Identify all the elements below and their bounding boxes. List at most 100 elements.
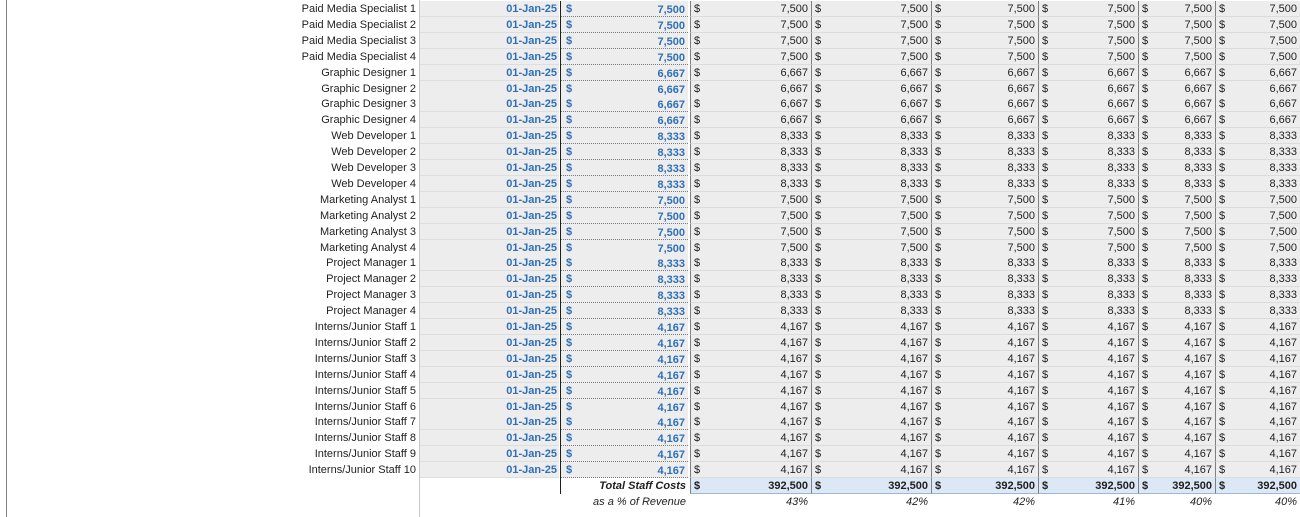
- salary-input[interactable]: $8,333: [561, 175, 688, 192]
- monthly-cost-cell[interactable]: $8,333: [1138, 271, 1215, 288]
- monthly-cost-cell[interactable]: $8,333: [690, 128, 811, 145]
- monthly-cost-cell[interactable]: $7,500: [931, 223, 1038, 240]
- monthly-cost-cell[interactable]: $6,667: [811, 80, 931, 97]
- monthly-cost-cell[interactable]: $8,333: [931, 160, 1038, 176]
- monthly-cost-cell[interactable]: $8,333: [1038, 287, 1138, 304]
- monthly-cost-cell[interactable]: $4,167: [690, 366, 811, 383]
- monthly-cost-cell[interactable]: $6,667: [1138, 96, 1215, 113]
- monthly-cost-cell[interactable]: $6,667: [1138, 112, 1215, 129]
- start-date-input[interactable]: 01-Jan-25: [420, 64, 559, 81]
- monthly-cost-cell[interactable]: $4,167: [1038, 414, 1138, 431]
- monthly-cost-cell[interactable]: $4,167: [1215, 446, 1300, 463]
- monthly-cost-cell[interactable]: $7,500: [931, 1, 1038, 17]
- monthly-cost-cell[interactable]: $7,500: [1038, 207, 1138, 224]
- start-date-input[interactable]: 01-Jan-25: [420, 48, 559, 65]
- pct-of-revenue-cell[interactable]: 41%: [1038, 494, 1138, 510]
- monthly-cost-cell[interactable]: $8,333: [931, 303, 1038, 320]
- salary-input[interactable]: $4,167: [561, 398, 688, 415]
- monthly-cost-cell[interactable]: $4,167: [1038, 398, 1138, 415]
- monthly-cost-cell[interactable]: $8,333: [811, 175, 931, 192]
- monthly-cost-cell[interactable]: $7,500: [931, 16, 1038, 33]
- monthly-cost-cell[interactable]: $7,500: [931, 207, 1038, 224]
- monthly-cost-cell[interactable]: $4,167: [1038, 334, 1138, 351]
- start-date-input[interactable]: 01-Jan-25: [420, 319, 559, 335]
- start-date-input[interactable]: 01-Jan-25: [420, 1, 559, 17]
- monthly-cost-cell[interactable]: $4,167: [1215, 350, 1300, 367]
- monthly-cost-cell[interactable]: $7,500: [811, 16, 931, 33]
- salary-input[interactable]: $7,500: [561, 191, 688, 208]
- monthly-cost-cell[interactable]: $7,500: [690, 16, 811, 33]
- start-date-input[interactable]: 01-Jan-25: [420, 207, 559, 224]
- monthly-cost-cell[interactable]: $8,333: [690, 175, 811, 192]
- monthly-cost-cell[interactable]: $4,167: [931, 430, 1038, 447]
- monthly-cost-cell[interactable]: $8,333: [1215, 175, 1300, 192]
- start-date-input[interactable]: 01-Jan-25: [420, 366, 559, 383]
- monthly-cost-cell[interactable]: $8,333: [690, 287, 811, 304]
- monthly-cost-cell[interactable]: $8,333: [931, 287, 1038, 304]
- monthly-cost-cell[interactable]: $4,167: [690, 414, 811, 431]
- monthly-cost-cell[interactable]: $4,167: [931, 366, 1038, 383]
- monthly-cost-cell[interactable]: $4,167: [931, 382, 1038, 399]
- monthly-cost-cell[interactable]: $4,167: [690, 319, 811, 335]
- monthly-cost-cell[interactable]: $4,167: [1038, 430, 1138, 447]
- monthly-cost-cell[interactable]: $6,667: [931, 96, 1038, 113]
- monthly-cost-cell[interactable]: $6,667: [1038, 96, 1138, 113]
- salary-input[interactable]: $8,333: [561, 160, 688, 176]
- monthly-cost-cell[interactable]: $7,500: [1038, 48, 1138, 65]
- monthly-cost-cell[interactable]: $8,333: [1138, 128, 1215, 145]
- total-cost-cell[interactable]: $392,500: [1038, 478, 1138, 494]
- monthly-cost-cell[interactable]: $7,500: [811, 223, 931, 240]
- start-date-input[interactable]: 01-Jan-25: [420, 398, 559, 415]
- salary-input[interactable]: $4,167: [561, 414, 688, 431]
- monthly-cost-cell[interactable]: $6,667: [931, 112, 1038, 129]
- monthly-cost-cell[interactable]: $7,500: [1038, 223, 1138, 240]
- salary-input[interactable]: $7,500: [561, 223, 688, 240]
- pct-of-revenue-cell[interactable]: 43%: [690, 494, 811, 510]
- monthly-cost-cell[interactable]: $7,500: [1215, 16, 1300, 33]
- monthly-cost-cell[interactable]: $4,167: [690, 350, 811, 367]
- monthly-cost-cell[interactable]: $4,167: [1038, 462, 1138, 479]
- start-date-input[interactable]: 01-Jan-25: [420, 128, 559, 145]
- pct-of-revenue-cell[interactable]: 40%: [1138, 494, 1215, 510]
- monthly-cost-cell[interactable]: $8,333: [1215, 128, 1300, 145]
- monthly-cost-cell[interactable]: $7,500: [1138, 48, 1215, 65]
- salary-input[interactable]: $6,667: [561, 64, 688, 81]
- start-date-input[interactable]: 01-Jan-25: [420, 446, 559, 463]
- monthly-cost-cell[interactable]: $6,667: [811, 96, 931, 113]
- monthly-cost-cell[interactable]: $4,167: [811, 319, 931, 335]
- monthly-cost-cell[interactable]: $8,333: [1038, 255, 1138, 272]
- monthly-cost-cell[interactable]: $6,667: [811, 64, 931, 81]
- monthly-cost-cell[interactable]: $7,500: [1038, 239, 1138, 256]
- salary-input[interactable]: $7,500: [561, 207, 688, 224]
- monthly-cost-cell[interactable]: $4,167: [1138, 430, 1215, 447]
- monthly-cost-cell[interactable]: $6,667: [690, 80, 811, 97]
- start-date-input[interactable]: 01-Jan-25: [420, 303, 559, 320]
- salary-input[interactable]: $4,167: [561, 319, 688, 335]
- monthly-cost-cell[interactable]: $7,500: [690, 191, 811, 208]
- start-date-input[interactable]: 01-Jan-25: [420, 96, 559, 113]
- start-date-input[interactable]: 01-Jan-25: [420, 16, 559, 33]
- monthly-cost-cell[interactable]: $8,333: [1215, 303, 1300, 320]
- start-date-input[interactable]: 01-Jan-25: [420, 350, 559, 367]
- monthly-cost-cell[interactable]: $6,667: [1038, 64, 1138, 81]
- monthly-cost-cell[interactable]: $7,500: [690, 48, 811, 65]
- monthly-cost-cell[interactable]: $7,500: [931, 191, 1038, 208]
- salary-input[interactable]: $4,167: [561, 334, 688, 351]
- monthly-cost-cell[interactable]: $8,333: [1215, 287, 1300, 304]
- monthly-cost-cell[interactable]: $8,333: [690, 255, 811, 272]
- monthly-cost-cell[interactable]: $8,333: [1215, 160, 1300, 176]
- monthly-cost-cell[interactable]: $8,333: [811, 287, 931, 304]
- salary-input[interactable]: $8,333: [561, 303, 688, 320]
- monthly-cost-cell[interactable]: $4,167: [811, 430, 931, 447]
- start-date-input[interactable]: 01-Jan-25: [420, 160, 559, 176]
- monthly-cost-cell[interactable]: $4,167: [1138, 398, 1215, 415]
- monthly-cost-cell[interactable]: $4,167: [1138, 414, 1215, 431]
- salary-input[interactable]: $6,667: [561, 96, 688, 113]
- monthly-cost-cell[interactable]: $8,333: [1138, 144, 1215, 161]
- start-date-input[interactable]: 01-Jan-25: [420, 144, 559, 161]
- monthly-cost-cell[interactable]: $8,333: [1138, 287, 1215, 304]
- monthly-cost-cell[interactable]: $4,167: [931, 446, 1038, 463]
- monthly-cost-cell[interactable]: $8,333: [690, 160, 811, 176]
- monthly-cost-cell[interactable]: $7,500: [1215, 191, 1300, 208]
- start-date-input[interactable]: 01-Jan-25: [420, 223, 559, 240]
